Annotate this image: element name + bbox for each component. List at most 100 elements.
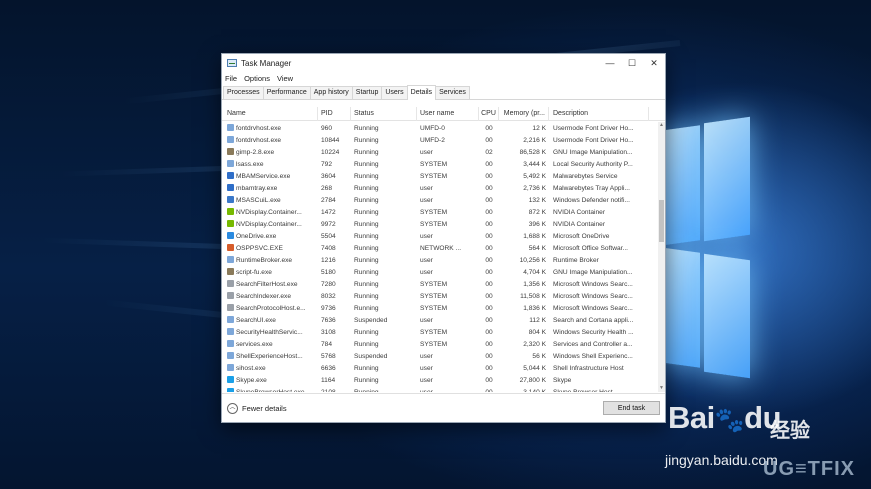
- column-header-status[interactable]: Status: [351, 107, 417, 121]
- tab-details[interactable]: Details: [406, 85, 437, 100]
- process-name-text: Skype.exe: [236, 377, 267, 384]
- table-header: ^ Name PID Status User name CPU Memory (…: [222, 107, 665, 121]
- table-row[interactable]: services.exe 784 Running SYSTEM 00 2,320 K Ser…: [222, 338, 658, 350]
- table-row[interactable]: SearchProtocolHost.e... 9736 Running SYSTEM…: [222, 302, 658, 314]
- menu-view[interactable]: View: [277, 74, 293, 83]
- table-row[interactable]: SearchUI.exe 7636 Suspended user 00 112 K Sear…: [222, 314, 658, 326]
- table-body: fontdrvhost.exe 960 Running UMFD-0 00 12 K Use…: [222, 122, 658, 392]
- process-status: Running: [354, 244, 379, 252]
- table-row[interactable]: mbamtray.exe 268 Running user 00 2,736 K Malwa…: [222, 182, 658, 194]
- process-user: user: [420, 196, 433, 204]
- table-row[interactable]: Skype.exe 1164 Running user 00 27,800 K Skype: [222, 374, 658, 386]
- table-row[interactable]: SearchIndexer.exe 8032 Running SYSTEM 00 11,5…: [222, 290, 658, 302]
- process-description: Shell Infrastructure Host: [553, 364, 624, 372]
- table-row[interactable]: OSPPSVC.EXE 7408 Running NETWORK ... 00 564 K…: [222, 242, 658, 254]
- tab-users[interactable]: Users: [381, 86, 408, 99]
- menu-file[interactable]: File: [225, 74, 237, 83]
- process-memory: 132 K: [528, 196, 546, 204]
- table-row[interactable]: OneDrive.exe 5504 Running user 00 1,688 K Micr…: [222, 230, 658, 242]
- process-name: NVDisplay.Container...: [222, 220, 318, 228]
- process-name: SearchUI.exe: [222, 316, 318, 324]
- process-name-text: NVDisplay.Container...: [236, 209, 302, 216]
- process-memory: 5,044 K: [523, 364, 546, 372]
- column-header-description[interactable]: Description: [549, 107, 649, 121]
- scroll-thumb[interactable]: [659, 200, 664, 242]
- table-row[interactable]: NVDisplay.Container... 1472 Running SYSTEM 0…: [222, 206, 658, 218]
- end-task-button[interactable]: End task: [603, 401, 660, 415]
- process-name-text: fontdrvhost.exe: [236, 137, 282, 144]
- table-row[interactable]: MSASCuiL.exe 2784 Running user 00 132 K Window…: [222, 194, 658, 206]
- process-cpu: 00: [485, 364, 493, 372]
- scroll-down-icon[interactable]: ▼: [658, 385, 665, 392]
- process-description: Usermode Font Driver Ho...: [553, 136, 634, 144]
- process-name-text: OSPPSVC.EXE: [236, 245, 283, 252]
- table-row[interactable]: sihost.exe 6636 Running user 00 5,044 K Shell …: [222, 362, 658, 374]
- vertical-scrollbar[interactable]: ▲ ▼: [658, 122, 665, 392]
- process-icon: [227, 352, 234, 359]
- process-cpu: 00: [485, 268, 493, 276]
- process-name: script-fu.exe: [222, 268, 318, 276]
- process-cpu: 00: [485, 304, 493, 312]
- process-description: Windows Defender notifi...: [553, 196, 630, 204]
- tab-services[interactable]: Services: [435, 86, 470, 99]
- process-description: Skype Browser Host: [553, 388, 613, 393]
- process-description: Microsoft Windows Searc...: [553, 304, 633, 312]
- table-row[interactable]: ShellExperienceHost... 5768 Suspended user 0…: [222, 350, 658, 362]
- table-row[interactable]: fontdrvhost.exe 10844 Running UMFD-2 00 2,216…: [222, 134, 658, 146]
- column-header-pid[interactable]: PID: [318, 107, 351, 121]
- chevron-up-icon[interactable]: ︿: [227, 402, 238, 414]
- process-icon: [227, 196, 234, 203]
- tab-app-history[interactable]: App history: [309, 86, 353, 99]
- process-name: gimp-2.8.exe: [222, 148, 318, 156]
- process-description: GNU Image Manipulation...: [553, 148, 633, 156]
- column-header-user-name[interactable]: User name: [417, 107, 479, 121]
- column-header-cpu[interactable]: CPU: [479, 107, 499, 121]
- process-pid: 3604: [321, 172, 336, 180]
- table-row[interactable]: script-fu.exe 5180 Running user 00 4,704 K GNU…: [222, 266, 658, 278]
- process-status: Running: [354, 340, 379, 348]
- process-cpu: 00: [485, 184, 493, 192]
- fewer-details-link[interactable]: Fewer details: [242, 404, 603, 413]
- process-name-text: gimp-2.8.exe: [236, 149, 275, 156]
- table-row[interactable]: lsass.exe 792 Running SYSTEM 00 3,444 K Local …: [222, 158, 658, 170]
- menu-options[interactable]: Options: [244, 74, 270, 83]
- process-name-text: SearchUI.exe: [236, 317, 276, 324]
- table-row[interactable]: MBAMService.exe 3604 Running SYSTEM 00 5,492 …: [222, 170, 658, 182]
- baidu-logo: Bai🐾du: [668, 400, 782, 436]
- process-pid: 9736: [321, 304, 336, 312]
- process-pid: 268: [321, 184, 333, 192]
- process-user: SYSTEM: [420, 220, 448, 228]
- process-description: Microsoft Office Softwar...: [553, 244, 628, 252]
- process-icon: [227, 376, 234, 383]
- baidu-url: jingyan.baidu.com: [665, 452, 778, 468]
- task-manager-window: Task Manager — ☐ ✕ File Options View Pro…: [221, 53, 666, 423]
- table-row[interactable]: RuntimeBroker.exe 1216 Running user 00 10,256…: [222, 254, 658, 266]
- ugetfix-watermark: UG≡TFIX: [763, 458, 855, 480]
- process-status: Running: [354, 280, 379, 288]
- process-description: Microsoft OneDrive: [553, 232, 610, 240]
- tab-processes[interactable]: Processes: [223, 86, 264, 99]
- process-pid: 7408: [321, 244, 336, 252]
- scroll-up-icon[interactable]: ▲: [658, 122, 665, 129]
- process-description: Skype: [553, 376, 572, 384]
- tab-startup[interactable]: Startup: [351, 86, 383, 99]
- maximize-button[interactable]: ☐: [621, 54, 643, 72]
- table-row[interactable]: SkypeBrowserHost.exe 2108 Running user 00 3,1…: [222, 386, 658, 392]
- process-status: Running: [354, 184, 379, 192]
- process-icon: [227, 364, 234, 371]
- close-button[interactable]: ✕: [643, 54, 665, 72]
- column-header-memory[interactable]: Memory (pr...: [499, 107, 549, 121]
- table-row[interactable]: SearchFilterHost.exe 7280 Running SYSTEM 00 1…: [222, 278, 658, 290]
- tab-performance[interactable]: Performance: [262, 86, 311, 99]
- table-row[interactable]: SecurityHealthServic... 3108 Running SYSTEM…: [222, 326, 658, 338]
- process-name: fontdrvhost.exe: [222, 136, 318, 144]
- table-row[interactable]: gimp-2.8.exe 10224 Running user 02 86,528 K GN…: [222, 146, 658, 158]
- process-status: Running: [354, 208, 379, 216]
- process-memory: 27,800 K: [519, 376, 546, 384]
- process-name: SearchFilterHost.exe: [222, 280, 318, 288]
- table-row[interactable]: NVDisplay.Container... 9972 Running SYSTEM 0…: [222, 218, 658, 230]
- process-user: user: [420, 352, 433, 360]
- minimize-button[interactable]: —: [599, 54, 621, 72]
- process-name-text: SkypeBrowserHost.exe: [236, 389, 305, 392]
- table-row[interactable]: fontdrvhost.exe 960 Running UMFD-0 00 12 K Use…: [222, 122, 658, 134]
